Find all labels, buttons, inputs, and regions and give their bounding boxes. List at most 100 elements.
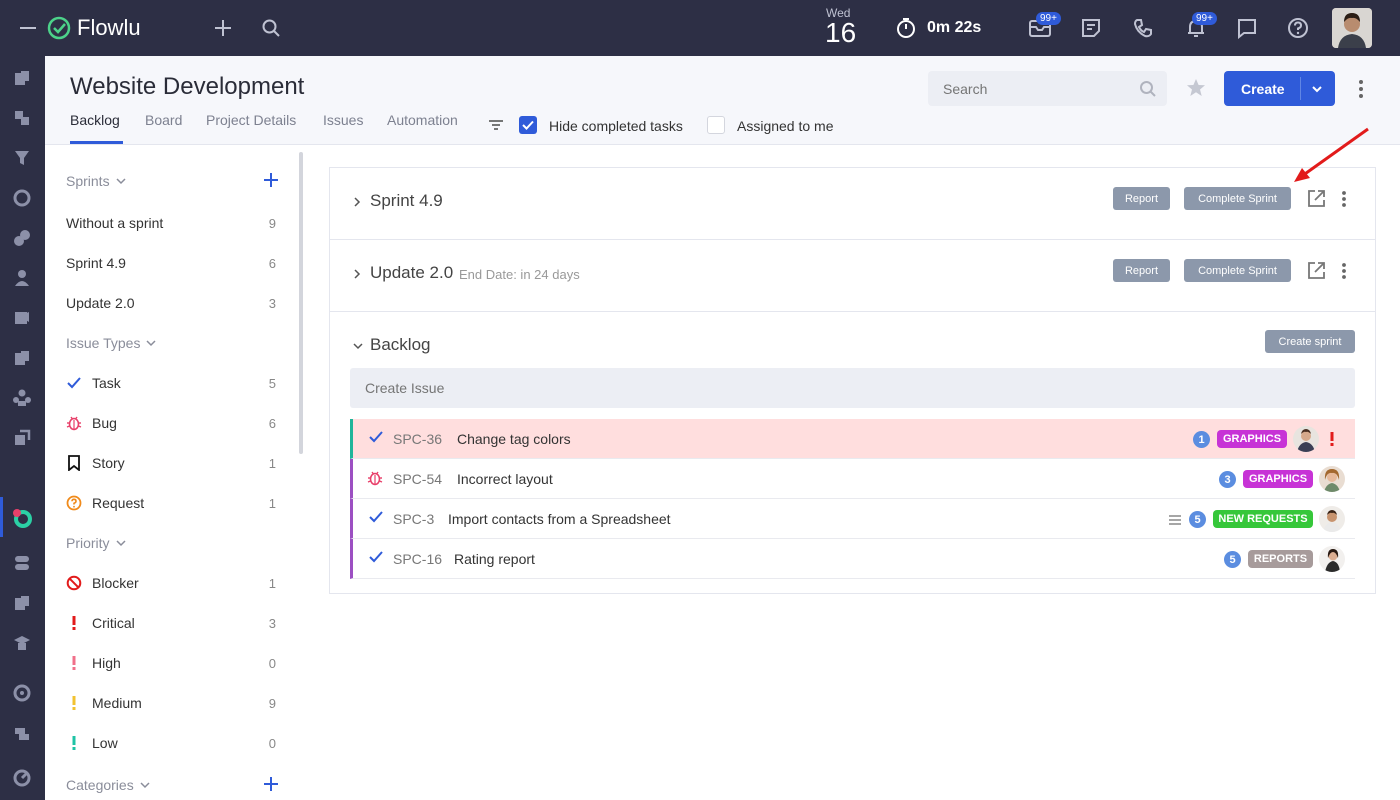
filter-icon[interactable] xyxy=(488,118,504,137)
issue-title[interactable]: Incorrect layout xyxy=(457,471,553,487)
add-sprint-icon[interactable] xyxy=(262,171,280,192)
sidebar-item-task[interactable]: Task 5 xyxy=(66,371,276,395)
create-dropdown-chevron-icon[interactable] xyxy=(1310,83,1324,101)
issue-key[interactable]: SPC-54 xyxy=(393,471,442,487)
phone-icon[interactable] xyxy=(1132,17,1154,44)
sidebar-item-bug[interactable]: Bug 6 xyxy=(66,411,276,435)
search-icon[interactable] xyxy=(261,18,281,43)
sidebar-item-blocker[interactable]: Blocker 1 xyxy=(66,571,276,595)
nav-sprint-icon[interactable] xyxy=(10,551,34,575)
issue-types-section-header[interactable]: Issue Types xyxy=(66,331,276,355)
create-button-label[interactable]: Create xyxy=(1241,81,1285,97)
assignee-avatar[interactable] xyxy=(1319,466,1345,492)
nav-users-icon[interactable] xyxy=(10,386,34,410)
favorite-star-icon[interactable] xyxy=(1186,78,1206,103)
hide-completed-checkbox[interactable] xyxy=(519,116,537,134)
sprint-row-sprint-4-9[interactable]: Sprint 4.9 Report Complete Sprint xyxy=(330,168,1375,240)
tab-board[interactable]: Board xyxy=(145,112,182,128)
nav-funnel-icon[interactable] xyxy=(10,146,34,170)
assignee-avatar[interactable] xyxy=(1319,506,1345,532)
issue-row-spc-16[interactable]: SPC-16 Rating report 5 REPORTS xyxy=(350,539,1355,579)
sidebar-scrollbar[interactable] xyxy=(299,152,303,454)
tab-project-details[interactable]: Project Details xyxy=(206,112,296,128)
sidebar-item-request[interactable]: Request 1 xyxy=(66,491,276,515)
sprint-more-icon[interactable] xyxy=(1340,190,1348,213)
issue-row-spc-3[interactable]: SPC-3 Import contacts from a Spreadsheet… xyxy=(350,499,1355,539)
priority-section-header[interactable]: Priority xyxy=(66,531,276,555)
create-sprint-button[interactable]: Create sprint xyxy=(1265,330,1355,353)
nav-settings-icon[interactable] xyxy=(10,766,34,790)
create-button[interactable]: Create xyxy=(1224,71,1335,106)
sidebar-item-sprint-4-9[interactable]: Sprint 4.9 6 xyxy=(66,251,276,275)
search-box[interactable] xyxy=(928,71,1167,106)
nav-education-icon[interactable] xyxy=(10,631,34,655)
open-external-icon[interactable] xyxy=(1307,261,1326,285)
tag-badge[interactable]: GRAPHICS xyxy=(1243,470,1313,488)
issue-key[interactable]: SPC-36 xyxy=(393,431,442,447)
sidebar-item-story[interactable]: Story 1 xyxy=(66,451,276,475)
issue-key[interactable]: SPC-3 xyxy=(393,511,434,527)
backlog-title[interactable]: Backlog xyxy=(370,335,430,355)
nav-finance-icon[interactable] xyxy=(10,186,34,210)
tag-badge[interactable]: REPORTS xyxy=(1248,550,1313,568)
sidebar-item-critical[interactable]: Critical 3 xyxy=(66,611,276,635)
issue-row-spc-54[interactable]: SPC-54 Incorrect layout 3 GRAPHICS xyxy=(350,459,1355,499)
sidebar-item-low[interactable]: Low 0 xyxy=(66,731,276,755)
user-avatar[interactable] xyxy=(1332,8,1372,48)
categories-section-header[interactable]: Categories xyxy=(66,773,278,797)
expand-chevron-icon[interactable] xyxy=(352,195,362,213)
sprint-name[interactable]: Sprint 4.9 xyxy=(370,191,443,211)
nav-marketing-icon[interactable] xyxy=(10,721,34,745)
sidebar-item-update-2-0[interactable]: Update 2.0 3 xyxy=(66,291,276,315)
nav-crm-icon[interactable] xyxy=(10,66,34,90)
add-icon[interactable] xyxy=(212,17,234,44)
collapse-chevron-icon[interactable] xyxy=(352,338,364,356)
report-button[interactable]: Report xyxy=(1113,187,1170,210)
tag-badge[interactable]: NEW REQUESTS xyxy=(1213,510,1313,528)
help-icon[interactable] xyxy=(1287,17,1309,44)
assignee-avatar[interactable] xyxy=(1319,546,1345,572)
search-box-icon[interactable] xyxy=(1139,80,1157,103)
assigned-to-me-label[interactable]: Assigned to me xyxy=(737,118,834,134)
nav-team-icon[interactable] xyxy=(10,266,34,290)
nav-link-icon[interactable] xyxy=(10,226,34,250)
hide-completed-label[interactable]: Hide completed tasks xyxy=(549,118,683,134)
add-category-icon[interactable] xyxy=(262,775,280,796)
expand-chevron-icon[interactable] xyxy=(352,267,362,285)
issue-row-spc-36[interactable]: SPC-36 Change tag colors 1 GRAPHICS xyxy=(350,419,1355,459)
timer-icon[interactable] xyxy=(895,17,917,44)
menu-toggle-icon[interactable] xyxy=(18,20,38,41)
sprints-section-header[interactable]: Sprints xyxy=(66,169,278,193)
create-issue-input[interactable] xyxy=(350,368,1355,408)
tag-badge[interactable]: GRAPHICS xyxy=(1217,430,1287,448)
sidebar-item-high[interactable]: High 0 xyxy=(66,651,276,675)
sprint-name[interactable]: Update 2.0 xyxy=(370,263,453,283)
sprint-more-icon[interactable] xyxy=(1340,262,1348,285)
complete-sprint-button[interactable]: Complete Sprint xyxy=(1184,187,1291,210)
nav-agile-icon[interactable] xyxy=(10,506,34,530)
issue-title[interactable]: Import contacts from a Spreadsheet xyxy=(448,511,671,527)
nav-projects-icon[interactable] xyxy=(10,106,34,130)
nav-files-icon[interactable] xyxy=(10,591,34,615)
nav-docs-icon[interactable] xyxy=(10,346,34,370)
nav-calendar-icon[interactable] xyxy=(10,681,34,705)
tab-backlog[interactable]: Backlog xyxy=(70,112,120,128)
search-input[interactable] xyxy=(928,71,1128,106)
more-options-icon[interactable] xyxy=(1357,79,1365,104)
sprint-row-update-2-0[interactable]: Update 2.0 End Date: in 24 days Report C… xyxy=(330,240,1375,312)
nav-export-icon[interactable] xyxy=(10,426,34,450)
sidebar-item-without-sprint[interactable]: Without a sprint 9 xyxy=(66,211,276,235)
open-external-icon[interactable] xyxy=(1307,189,1326,213)
tab-issues[interactable]: Issues xyxy=(323,112,363,128)
report-button[interactable]: Report xyxy=(1113,259,1170,282)
timer-value[interactable]: 0m 22s xyxy=(927,19,981,37)
notes-icon[interactable] xyxy=(1080,17,1102,44)
logo-text[interactable]: Flowlu xyxy=(77,15,141,41)
assignee-avatar[interactable] xyxy=(1293,426,1319,452)
assigned-to-me-checkbox[interactable] xyxy=(707,116,725,134)
issue-title[interactable]: Rating report xyxy=(454,551,535,567)
issue-key[interactable]: SPC-16 xyxy=(393,551,442,567)
complete-sprint-button[interactable]: Complete Sprint xyxy=(1184,259,1291,282)
tab-automation[interactable]: Automation xyxy=(387,112,458,128)
sidebar-item-medium[interactable]: Medium 9 xyxy=(66,691,276,715)
